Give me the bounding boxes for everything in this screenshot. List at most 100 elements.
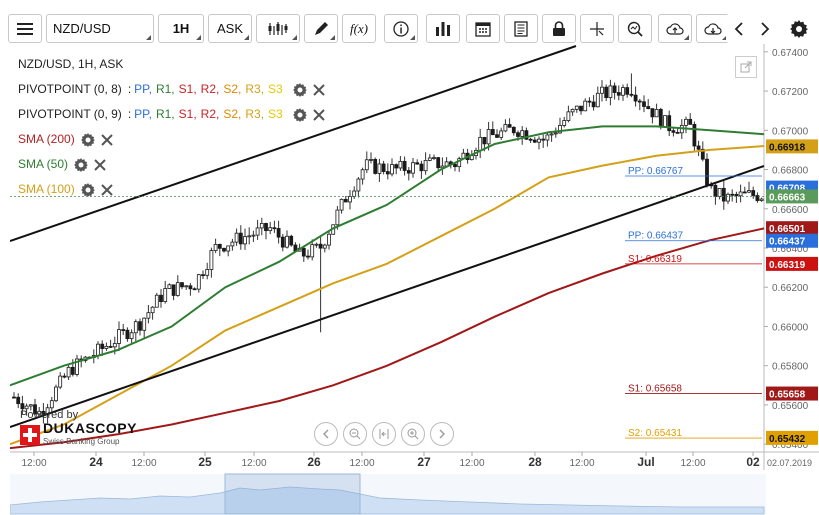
menu-button[interactable] bbox=[8, 14, 42, 43]
candle-bear bbox=[625, 87, 630, 95]
gear-icon[interactable] bbox=[80, 132, 95, 147]
candle-bear bbox=[180, 282, 184, 288]
settings-button[interactable] bbox=[785, 14, 813, 43]
close-icon[interactable] bbox=[94, 158, 106, 171]
chart-type-button[interactable] bbox=[256, 14, 300, 43]
close-icon[interactable] bbox=[100, 133, 113, 146]
candle-bear bbox=[696, 145, 701, 150]
candle-bull bbox=[583, 100, 588, 112]
upload-button[interactable] bbox=[658, 14, 692, 43]
candle-bear bbox=[692, 124, 697, 147]
price-tick-label: 0.67000 bbox=[772, 126, 809, 137]
calendar-icon bbox=[475, 21, 491, 37]
indicator-name[interactable]: PIVOTPOINT (0, 8) bbox=[18, 77, 122, 102]
pivot-level-label: S2, bbox=[223, 82, 242, 96]
candle-bull bbox=[163, 288, 168, 302]
volume-button[interactable] bbox=[426, 14, 460, 43]
expand-button[interactable] bbox=[735, 56, 757, 78]
time-tick-label: 02 bbox=[746, 455, 760, 469]
price-side-selector[interactable]: ASK bbox=[208, 14, 252, 43]
scroll-left-button[interactable] bbox=[726, 14, 752, 43]
candle-bull bbox=[129, 332, 134, 340]
cloud-download-icon bbox=[704, 22, 722, 35]
navigator-window[interactable] bbox=[224, 473, 361, 515]
candle-bull bbox=[205, 269, 210, 276]
dropdown-corner-icon bbox=[146, 35, 151, 40]
reset-view-button[interactable] bbox=[372, 422, 396, 446]
candle-bear bbox=[192, 288, 197, 291]
download-button[interactable] bbox=[696, 14, 730, 43]
calendar-button[interactable] bbox=[466, 14, 500, 43]
candle-bull bbox=[142, 317, 147, 331]
candle-bear bbox=[587, 100, 592, 103]
price-tick-label: 0.67400 bbox=[772, 48, 809, 59]
candle-bear bbox=[658, 109, 663, 128]
close-icon[interactable] bbox=[100, 183, 113, 196]
price-tick-label: 0.66000 bbox=[772, 322, 809, 333]
nav-forward-button[interactable] bbox=[430, 422, 454, 446]
close-icon[interactable] bbox=[313, 108, 325, 121]
price-tick-label: 0.65800 bbox=[772, 362, 809, 373]
scroll-right-button[interactable] bbox=[752, 14, 778, 43]
news-button[interactable] bbox=[504, 14, 538, 43]
candle-bear bbox=[201, 274, 205, 277]
candle-bull bbox=[154, 294, 159, 308]
candle-bear bbox=[482, 136, 487, 145]
indicator-name[interactable]: SMA (200) bbox=[18, 127, 75, 152]
candle-bear bbox=[591, 101, 596, 108]
indicator-name[interactable]: PIVOTPOINT (0, 9) bbox=[18, 102, 122, 127]
candle-bear bbox=[272, 227, 277, 230]
candle-bull bbox=[196, 274, 201, 290]
timeframe-selector[interactable]: 1H bbox=[158, 14, 204, 43]
zoom-button[interactable] bbox=[618, 14, 652, 43]
gear-icon[interactable] bbox=[292, 82, 307, 97]
indicator-name[interactable]: SMA (50) bbox=[18, 152, 68, 177]
candle-bull bbox=[621, 87, 625, 96]
function-icon: f(x) bbox=[349, 20, 369, 36]
candle-bear bbox=[318, 243, 323, 249]
candle-bear bbox=[713, 184, 718, 198]
dropdown-corner-icon bbox=[196, 35, 201, 40]
gear-icon[interactable] bbox=[292, 107, 307, 122]
gear-icon[interactable] bbox=[74, 157, 89, 172]
candle-bull bbox=[66, 366, 71, 378]
candle-bear bbox=[751, 190, 756, 196]
candle-bull bbox=[335, 209, 340, 226]
info-button[interactable] bbox=[384, 14, 418, 43]
candle-bull bbox=[322, 244, 327, 249]
candle-bear bbox=[62, 375, 67, 378]
candle-bear bbox=[301, 247, 306, 257]
pivot-level-label: PP, bbox=[134, 82, 152, 96]
candle-bull bbox=[411, 162, 415, 174]
pivot-level-label: R2, bbox=[200, 107, 220, 121]
candle-bull bbox=[684, 118, 688, 126]
zoom-in-button[interactable] bbox=[401, 422, 425, 446]
symbol-selector[interactable]: NZD/USD bbox=[46, 14, 154, 43]
candle-bull bbox=[726, 193, 730, 202]
close-icon[interactable] bbox=[313, 83, 325, 96]
price-tick-label: 0.66200 bbox=[772, 283, 809, 294]
candle-bear bbox=[217, 243, 222, 249]
candle-bull bbox=[600, 86, 604, 94]
lock-button[interactable] bbox=[542, 14, 576, 43]
chevron-left-icon bbox=[734, 21, 743, 36]
timeframe-label: 1H bbox=[172, 21, 190, 36]
candle-bull bbox=[432, 157, 436, 159]
time-tick-label: 27 bbox=[417, 455, 431, 469]
indicator-name[interactable]: SMA (100) bbox=[18, 177, 75, 202]
draw-tool-button[interactable] bbox=[304, 14, 338, 43]
candle-bear bbox=[495, 134, 499, 138]
gear-icon[interactable] bbox=[80, 182, 95, 197]
indicators-button[interactable]: f(x) bbox=[342, 14, 376, 43]
crosshair-button[interactable] bbox=[580, 14, 614, 43]
candle-bull bbox=[356, 178, 361, 192]
candle-bull bbox=[364, 159, 369, 171]
candle-bear bbox=[490, 129, 495, 136]
expand-icon bbox=[740, 61, 752, 73]
candle-bull bbox=[117, 329, 121, 344]
chart-header: NZD/USD, 1H, ASK bbox=[18, 52, 325, 77]
zoom-out-button[interactable] bbox=[343, 422, 367, 446]
candle-bull bbox=[352, 190, 357, 197]
nav-back-button[interactable] bbox=[314, 422, 338, 446]
indicator-controls bbox=[74, 157, 106, 172]
